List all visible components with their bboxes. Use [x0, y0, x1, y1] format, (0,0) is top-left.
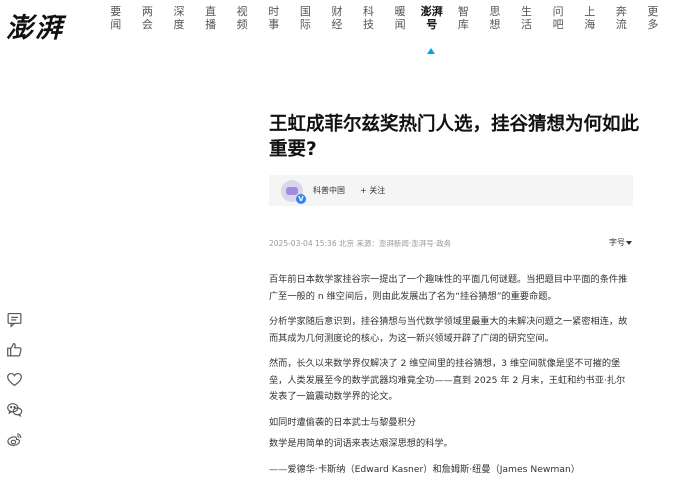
article-paragraph: 百年前日本数学家挂谷宗一提出了一个趣味性的平面几何谜题。当把题目中平面的条件推广…: [269, 274, 628, 302]
channel-nav: 要闻 两会 深度 直播 视频 时事 国际 财经 科技 暖闻 澎湃号 智库 思想 …: [100, 5, 669, 31]
article-subheading: 如同时遭偷袭的日本武士与黎曼积分: [269, 416, 416, 428]
comment-button[interactable]: [0, 304, 28, 334]
article-quote-attribution: ——爱德华·卡斯纳（Edward Kasner）和詹姆斯·纽曼（James Ne…: [269, 463, 580, 475]
follow-button[interactable]: + 关注: [360, 185, 385, 196]
article-paragraph: 然而，长久以来数学界仅解决了 2 维空间里的挂谷猜想，3 维空间就像是坚不可摧的…: [269, 358, 626, 402]
avatar[interactable]: V: [281, 179, 306, 204]
nav-item-pengpaihao[interactable]: 澎湃号: [416, 5, 448, 31]
nav-item-shishi[interactable]: 时事: [258, 5, 290, 31]
share-wechat-button[interactable]: [0, 394, 28, 424]
nav-item-caijing[interactable]: 财经: [321, 5, 353, 31]
favorite-button[interactable]: [0, 364, 28, 394]
nav-item-zhibo[interactable]: 直播: [195, 5, 227, 31]
verified-badge-icon: V: [296, 193, 306, 204]
weibo-icon: [6, 432, 21, 446]
nav-item-more[interactable]: 更多: [637, 5, 669, 31]
nav-item-wenba[interactable]: 问吧: [542, 5, 574, 31]
font-size-dropdown[interactable]: 字号: [609, 237, 632, 248]
wechat-icon: [6, 402, 22, 417]
site-logo[interactable]: 澎湃: [6, 6, 64, 45]
author-name[interactable]: 科普中国: [313, 185, 345, 196]
font-size-label: 字号: [609, 238, 625, 247]
chevron-down-icon: [626, 240, 632, 245]
like-button[interactable]: [0, 334, 28, 364]
top-navigation-bar: 澎湃 要闻 两会 深度 直播 视频 时事 国际 财经 科技 暖闻 澎湃号 智库 …: [0, 0, 691, 62]
nav-item-zhiku[interactable]: 智库: [448, 5, 480, 31]
article-body: 百年前日本数学家挂谷宗一提出了一个趣味性的平面几何谜题。当把题目中平面的条件推广…: [269, 272, 634, 487]
nav-item-benliu[interactable]: 奔流: [606, 5, 638, 31]
favorite-heart-icon: [6, 372, 22, 386]
nav-item-shipin[interactable]: 视频: [226, 5, 258, 31]
nav-item-sixiang[interactable]: 思想: [479, 5, 511, 31]
nav-item-guoji[interactable]: 国际: [290, 5, 322, 31]
article-quote: 数学是用简单的词语来表达艰深思想的科学。: [269, 438, 453, 449]
like-icon: [6, 342, 22, 356]
share-weibo-button[interactable]: [0, 424, 28, 454]
nav-item-lianghui[interactable]: 两会: [132, 5, 164, 31]
nav-item-keji[interactable]: 科技: [353, 5, 385, 31]
nav-item-nuanwen[interactable]: 暖闻: [384, 5, 416, 31]
nav-item-shendu[interactable]: 深度: [163, 5, 195, 31]
nav-item-shanghai[interactable]: 上海: [574, 5, 606, 31]
comment-icon: [7, 312, 21, 328]
article-meta: 2025-03-04 15:36 北京 来源：澎湃新闻·澎湃号·政务: [269, 239, 452, 248]
active-nav-indicator: [427, 48, 435, 54]
side-action-bar: [0, 304, 28, 454]
article-paragraph: 分析学家随后意识到，挂谷猜想与当代数学领域里最重大的未解决问题之一紧密相连，故而…: [269, 316, 628, 344]
nav-item-yaowen[interactable]: 要闻: [100, 5, 132, 31]
author-card: V 科普中国 + 关注: [269, 175, 633, 206]
article-title: 王虹成菲尔兹奖热门人选，挂谷猜想为何如此重要?: [269, 114, 640, 160]
nav-item-shenghuo[interactable]: 生活: [511, 5, 543, 31]
